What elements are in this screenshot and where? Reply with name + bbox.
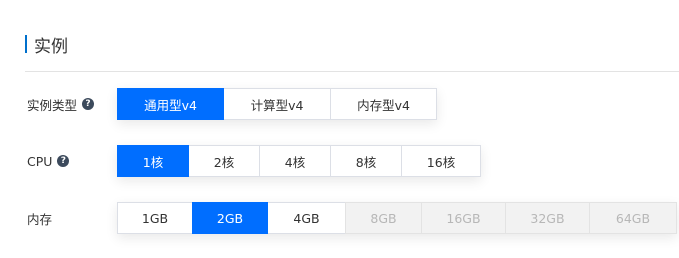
memory-label: 内存 [27,211,53,227]
instance-type-label-group: 实例类型 ? [27,95,117,114]
memory-option-32gb[interactable]: 32GB [505,202,590,234]
cpu-row: CPU ? 1核 2核 4核 8核 16核 [27,145,481,177]
instance-config-panel: 实例 实例类型 ? 通用型v4 计算型v4 内存型v4 CPU ? 1核 2核 … [0,0,679,258]
cpu-option-1[interactable]: 1核 [117,145,189,177]
instance-type-option-memory-v4[interactable]: 内存型v4 [330,88,437,120]
cpu-option-4[interactable]: 4核 [259,145,331,177]
cpu-label-group: CPU ? [27,154,117,169]
memory-row: 内存 1GB 2GB 4GB 8GB 16GB 32GB 64GB [27,202,677,234]
help-icon[interactable]: ? [82,98,95,110]
section-accent-bar [25,35,27,53]
memory-option-1gb[interactable]: 1GB [117,202,193,234]
help-icon[interactable]: ? [57,155,70,167]
instance-type-row: 实例类型 ? 通用型v4 计算型v4 内存型v4 [27,88,437,120]
memory-option-64gb[interactable]: 64GB [589,202,677,234]
memory-option-4gb[interactable]: 4GB [267,202,346,234]
section-header: 实例 [25,30,68,58]
cpu-option-8[interactable]: 8核 [330,145,402,177]
instance-type-label: 实例类型 [27,97,78,113]
memory-option-2gb[interactable]: 2GB [192,202,268,234]
memory-option-8gb[interactable]: 8GB [345,202,422,234]
memory-options: 1GB 2GB 4GB 8GB 16GB 32GB 64GB [117,202,677,234]
cpu-option-16[interactable]: 16核 [401,145,481,177]
instance-type-options: 通用型v4 计算型v4 内存型v4 [117,88,437,120]
cpu-label: CPU [27,153,53,169]
memory-option-16gb[interactable]: 16GB [421,202,506,234]
section-title: 实例 [34,36,68,57]
cpu-options: 1核 2核 4核 8核 16核 [117,145,481,177]
cpu-option-2[interactable]: 2核 [188,145,260,177]
instance-type-option-general-v4[interactable]: 通用型v4 [117,88,224,120]
section-divider [25,71,679,72]
instance-type-option-compute-v4[interactable]: 计算型v4 [223,88,331,120]
memory-label-group: 内存 [27,209,117,228]
